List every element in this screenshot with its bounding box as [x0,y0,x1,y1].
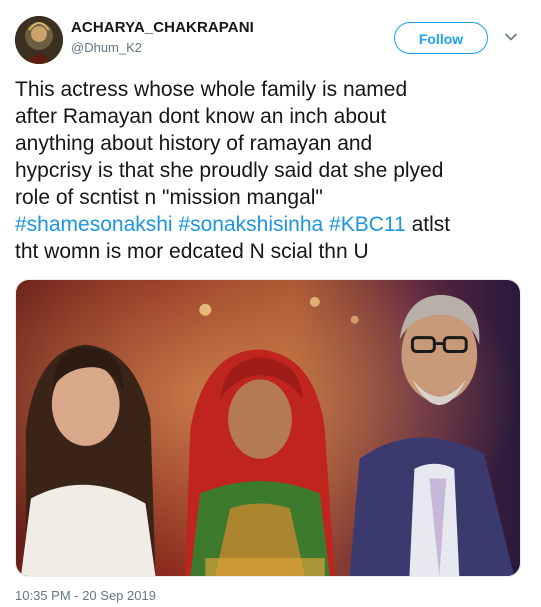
tweet-text: This actress whose whole family is named… [15,76,530,265]
tweet-hashtag-line: #shamesonakshi #sonakshisinha #KBC11 atl… [15,211,530,238]
hashtag-link[interactable]: #shamesonakshi [15,213,173,236]
tweet-photo[interactable] [15,279,521,577]
user-handle[interactable]: @Dhum_K2 [71,40,142,55]
tweet-line: anything about history of ramayan and [15,132,373,155]
hashtag-link[interactable]: #sonakshisinha [178,213,323,236]
follow-button[interactable]: Follow [394,22,488,54]
hashtag-link[interactable]: #KBC11 [329,213,406,236]
photo-image [16,280,520,576]
tweet-line: role of scntist n "mission mangal" [15,186,323,209]
chevron-down-icon[interactable] [504,30,518,44]
tweet-line: This actress whose whole family is named [15,78,408,101]
tweet-tail-text: atlst [411,213,451,236]
tweet-line: tht womn is mor edcated N scial thn U [15,240,369,263]
avatar[interactable] [15,16,63,64]
tweet-card: ACHARYA_CHAKRAPANI @Dhum_K2 Follow This … [0,0,541,607]
tweet-timestamp[interactable]: 10:35 PM - 20 Sep 2019 [15,588,156,603]
tweet-line: hypcrisy is that she proudly said dat sh… [15,159,444,182]
user-display-name[interactable]: ACHARYA_CHAKRAPANI [71,19,254,36]
profile-avatar-icon [15,16,63,64]
tweet-line: after Ramayan dont know an inch about [15,105,387,128]
